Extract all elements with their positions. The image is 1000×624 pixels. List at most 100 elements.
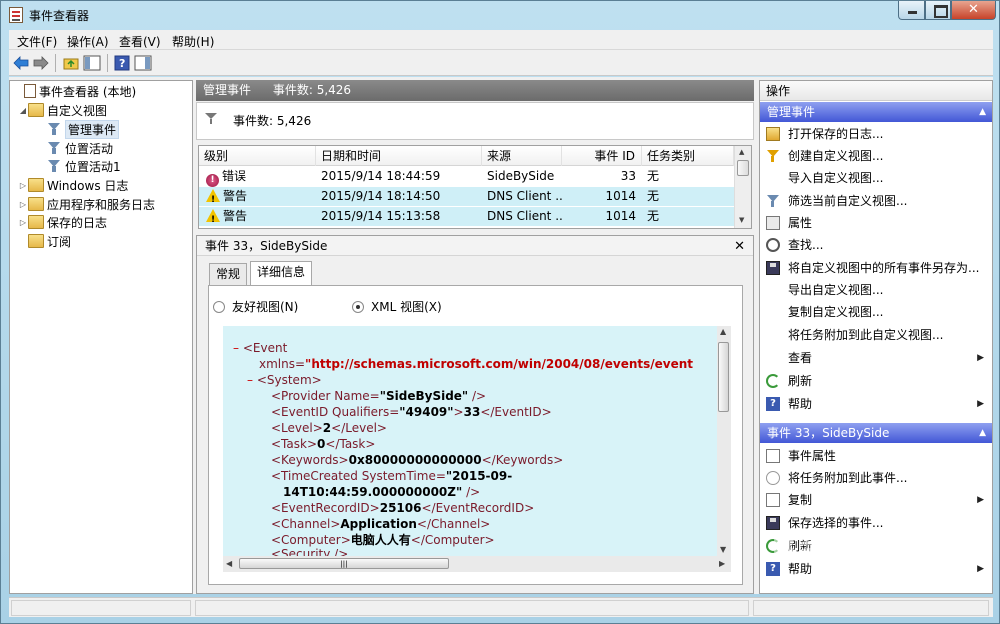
action-label: 刷新 — [788, 374, 813, 388]
xml-vertical-scrollbar[interactable]: ▲ ▼ — [717, 326, 731, 556]
action-copy-custom-view[interactable]: 复制自定义视图... — [760, 301, 992, 323]
folder-icon — [28, 234, 44, 248]
tree-item-administrative-events[interactable]: 管理事件 — [46, 119, 120, 139]
column-header-event-id[interactable]: 事件 ID — [562, 146, 642, 166]
actions-section-admin-events[interactable]: 管理事件 ▲ — [760, 102, 992, 122]
collapse-arrow-icon[interactable]: ▲ — [979, 102, 986, 122]
actions-section-event-33[interactable]: 事件 33，SideBySide ▲ — [760, 423, 992, 443]
expand-arrow-icon[interactable]: ▷ — [18, 200, 28, 209]
xml-horizontal-scrollbar[interactable]: ◀ ||| ▶ — [223, 556, 731, 572]
back-arrow-icon[interactable] — [11, 53, 31, 73]
table-row[interactable]: ! 警告 2015/9/14 15:13:58 DNS Client ... 10… — [199, 207, 734, 226]
tree-item-event-viewer-local[interactable]: 事件查看器 (本地) — [14, 82, 136, 100]
show-hide-action-pane-icon[interactable] — [133, 53, 153, 73]
navigation-tree: 事件查看器 (本地) ◢ 自定义视图 管理事件 位置活动 位置活动1 ▷ Win… — [9, 80, 193, 594]
collapse-arrow-icon[interactable]: ◢ — [18, 106, 28, 115]
forward-arrow-icon[interactable] — [31, 53, 51, 73]
filter-icon — [766, 194, 780, 208]
funnel-icon — [46, 159, 62, 173]
maximize-button[interactable] — [925, 1, 951, 20]
tab-details[interactable]: 详细信息 — [250, 261, 313, 286]
scroll-left-arrow-icon[interactable]: ◀ — [226, 559, 232, 568]
column-header-task-category[interactable]: 任务类别 — [642, 146, 734, 166]
tab-general[interactable]: 常规 — [209, 263, 248, 285]
action-attach-task-to-event[interactable]: 将任务附加到此事件... — [760, 467, 992, 489]
scroll-up-arrow-icon[interactable]: ▲ — [720, 327, 726, 336]
tree-item-app-service-logs[interactable]: ▷ 应用程序和服务日志 — [18, 195, 155, 213]
tree-item-location-activity[interactable]: 位置活动 — [46, 139, 113, 157]
action-create-custom-view[interactable]: 创建自定义视图... — [760, 145, 992, 167]
action-save-all-events[interactable]: 将自定义视图中的所有事件另存为... — [760, 257, 992, 279]
radio-button[interactable] — [213, 300, 225, 313]
action-label: 将任务附加到此事件... — [788, 471, 908, 485]
open-folder-icon — [766, 127, 780, 141]
action-copy[interactable]: 复制 ▶ — [760, 489, 992, 511]
collapse-arrow-icon[interactable]: ▲ — [979, 423, 986, 443]
tree-item-custom-views[interactable]: ◢ 自定义视图 — [18, 101, 107, 119]
action-filter-current-view[interactable]: 筛选当前自定义视图... — [760, 190, 992, 212]
xml-content[interactable]: – <Event xmlns="http://schemas.microsoft… — [223, 326, 731, 556]
table-row[interactable]: ! 错误 2015/9/14 18:44:59 SideBySide 33 无 — [199, 167, 734, 187]
details-tab-panel: 友好视图(N) XML 视图(X) – <Event xmlns="http:/… — [208, 285, 743, 585]
xml-system-open: – <System> — [247, 373, 322, 387]
attach-task-icon — [766, 471, 780, 485]
expand-arrow-icon[interactable]: ▷ — [18, 181, 28, 190]
scroll-down-arrow-icon[interactable]: ▼ — [720, 545, 726, 554]
event-viewer-icon — [24, 84, 36, 98]
action-label: 筛选当前自定义视图... — [788, 194, 908, 208]
radio-friendly-label: 友好视图(N) — [232, 300, 299, 314]
menu-help[interactable]: 帮助(H) — [172, 33, 214, 50]
scroll-up-arrow-icon[interactable]: ▲ — [739, 148, 744, 156]
column-header-level[interactable]: 级别 — [199, 146, 316, 166]
table-row[interactable]: ! 警告 2015/9/14 18:14:50 DNS Client ... 10… — [199, 187, 734, 206]
scrollbar-thumb[interactable]: ||| — [239, 558, 449, 569]
xml-security: <Security /> — [271, 547, 349, 556]
radio-button-selected[interactable] — [352, 300, 364, 313]
expand-arrow-icon[interactable]: ▷ — [18, 218, 28, 227]
action-event-properties[interactable]: 事件属性 — [760, 445, 992, 467]
scroll-down-arrow-icon[interactable]: ▼ — [739, 216, 744, 224]
close-button[interactable]: ✕ — [951, 1, 996, 20]
help-icon[interactable]: ? — [112, 53, 132, 73]
section-title: 管理事件 — [767, 105, 816, 119]
column-header-source[interactable]: 来源 — [482, 146, 562, 166]
tree-item-saved-logs[interactable]: ▷ 保存的日志 — [18, 213, 107, 231]
action-import-custom-view[interactable]: 导入自定义视图... — [760, 167, 992, 189]
radio-xml-label: XML 视图(X) — [371, 300, 442, 314]
action-find[interactable]: 查找... — [760, 234, 992, 256]
event-list-scrollbar[interactable]: ▲ ▼ — [734, 146, 751, 228]
action-attach-task-to-view[interactable]: 将任务附加到此自定义视图... — [760, 324, 992, 346]
action-open-saved-log[interactable]: 打开保存的日志... — [760, 123, 992, 145]
title-bar[interactable]: 事件查看器 ✕ — [1, 1, 999, 29]
scrollbar-thumb[interactable] — [718, 342, 729, 412]
row-datetime: 2015/9/14 18:14:50 — [321, 189, 441, 203]
event-list-header: 级别 日期和时间 来源 事件 ID 任务类别 — [199, 146, 734, 166]
menu-view[interactable]: 查看(V) — [119, 33, 161, 50]
action-properties[interactable]: 属性 — [760, 212, 992, 234]
action-export-custom-view[interactable]: 导出自定义视图... — [760, 279, 992, 301]
action-label: 创建自定义视图... — [788, 149, 884, 163]
close-icon[interactable]: ✕ — [734, 237, 745, 257]
scrollbar-thumb[interactable] — [737, 160, 749, 176]
action-label: 复制 — [788, 493, 813, 507]
radio-xml-view[interactable]: XML 视图(X) — [352, 298, 442, 315]
tree-item-location-activity-1[interactable]: 位置活动1 — [46, 157, 121, 175]
action-refresh[interactable]: 刷新 — [760, 370, 992, 392]
action-help[interactable]: ? 帮助 ▶ — [760, 393, 992, 415]
menu-file[interactable]: 文件(F) — [17, 33, 57, 50]
column-header-datetime[interactable]: 日期和时间 — [316, 146, 482, 166]
xml-event-open: – <Event — [233, 341, 288, 355]
up-folder-icon[interactable] — [61, 53, 81, 73]
scroll-right-arrow-icon[interactable]: ▶ — [719, 559, 725, 568]
action-view[interactable]: 查看 ▶ — [760, 347, 992, 369]
menu-action[interactable]: 操作(A) — [67, 33, 109, 50]
menu-bar: 文件(F) 操作(A) 查看(V) 帮助(H) — [9, 30, 993, 50]
event-detail-pane: 事件 33，SideBySide ✕ 常规 详细信息 友好视图(N) XML 视… — [196, 235, 754, 594]
tree-item-windows-logs[interactable]: ▷ Windows 日志 — [18, 176, 128, 194]
minimize-button[interactable] — [898, 1, 925, 20]
tree-item-subscriptions[interactable]: 订阅 — [18, 232, 71, 250]
xml-xmlns: xmlns="http://schemas.microsoft.com/win/… — [259, 357, 694, 371]
row-datetime: 2015/9/14 15:13:58 — [321, 209, 441, 223]
show-hide-tree-icon[interactable] — [82, 53, 102, 73]
radio-friendly-view[interactable]: 友好视图(N) — [213, 298, 298, 315]
